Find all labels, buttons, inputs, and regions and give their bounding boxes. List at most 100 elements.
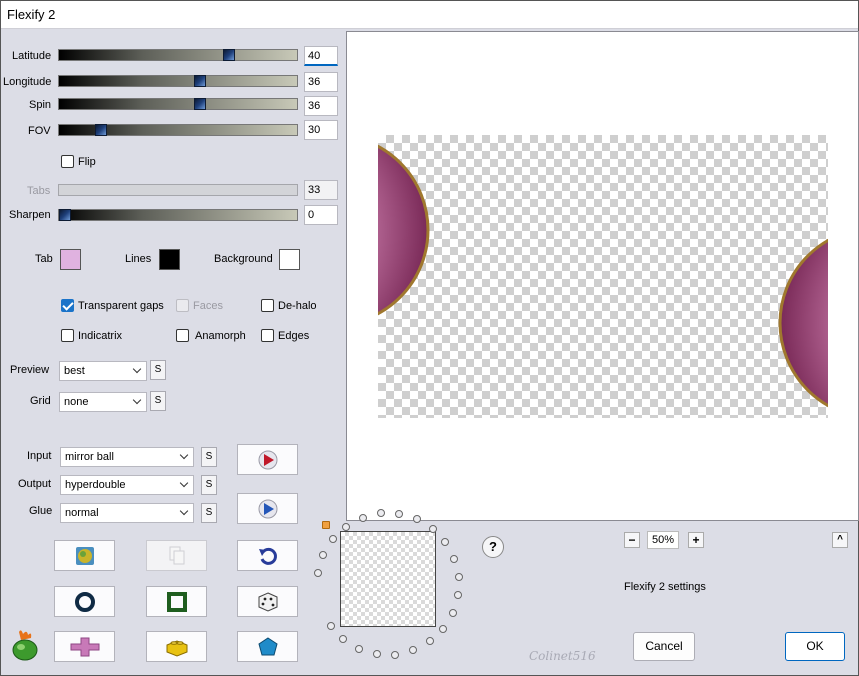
ring-dot[interactable] [339,635,348,644]
background-color-swatch[interactable] [279,249,300,270]
de-halo-checkbox[interactable] [261,299,274,312]
preview-lock-button[interactable]: S [150,360,166,380]
help-button[interactable]: ? [482,536,504,558]
spin-slider[interactable] [58,98,298,110]
navigator-thumbnail[interactable] [340,531,436,627]
ring-dot[interactable] [376,509,385,518]
collapse-button[interactable]: ^ [832,532,848,548]
brick-button[interactable] [146,631,207,662]
fov-slider[interactable] [58,124,298,136]
play-button[interactable] [237,444,298,475]
sharpen-input[interactable]: 0 [304,205,338,225]
zoom-in-button[interactable]: + [688,532,704,548]
output-lock-button[interactable]: S [201,475,217,495]
frame-button[interactable] [146,586,207,617]
edges-checkbox[interactable] [261,329,274,342]
ring-icon [74,591,95,612]
flexify-dialog: Flexify 2 Latitude 40 Longitude 36 Spin … [0,0,859,676]
tab-color-swatch[interactable] [60,249,81,270]
longitude-input[interactable]: 36 [304,72,338,92]
ring-dot[interactable] [326,621,335,630]
ring-dot[interactable] [448,608,457,617]
transparent-gaps-checkbox[interactable] [61,299,74,312]
latitude-input[interactable]: 40 [304,46,338,66]
lines-color-swatch[interactable] [159,249,180,270]
brick-icon [166,639,187,657]
longitude-slider-thumb[interactable] [193,75,206,87]
preview-canvas[interactable] [346,31,859,521]
render-button[interactable] [237,493,298,524]
glue-label: Glue [29,505,53,517]
glue-select[interactable]: normal [60,503,194,523]
indicatrix-checkbox[interactable] [61,329,74,342]
ring-dot[interactable] [454,591,463,600]
fov-input[interactable]: 30 [304,120,338,140]
mirror-ball-render [378,144,828,408]
ring-dot[interactable] [441,538,450,547]
ring-dot[interactable] [409,646,418,655]
input-select[interactable]: mirror ball [60,447,194,467]
cancel-button[interactable]: Cancel [633,632,695,661]
settings-label: Flexify 2 settings [624,581,706,593]
ring-dot[interactable] [428,524,437,533]
flip-label: Flip [78,156,96,168]
ok-button[interactable]: OK [785,632,845,661]
ring-dot[interactable] [450,554,459,563]
spin-slider-thumb[interactable] [193,98,206,110]
planet-button[interactable] [54,540,115,571]
preview-select[interactable]: best [59,361,147,381]
spin-input[interactable]: 36 [304,96,338,116]
chevron-down-icon [132,364,142,374]
flip-checkbox[interactable] [61,155,74,168]
tabs-slider[interactable] [58,184,298,196]
grid-select[interactable]: none [59,392,147,412]
dice-icon [258,591,277,612]
ring-dot[interactable] [395,509,404,518]
ring-dot[interactable] [425,637,434,646]
latitude-label: Latitude [12,50,52,62]
copy-button[interactable] [146,540,207,571]
ring-dot[interactable] [358,513,367,522]
ring-dot[interactable] [328,535,337,544]
ring-dot[interactable] [391,650,400,659]
latitude-slider-thumb[interactable] [222,49,235,61]
lines-color-label: Lines [125,253,152,265]
ring-dot[interactable] [439,624,448,633]
cross-button[interactable] [54,631,115,662]
grid-lock-button[interactable]: S [150,391,166,411]
input-label: Input [27,450,52,462]
output-select[interactable]: hyperdouble [60,475,194,495]
ring-dot[interactable] [313,568,322,577]
random-button[interactable] [237,586,298,617]
latitude-slider[interactable] [58,49,298,61]
sharpen-label: Sharpen [9,209,51,221]
anamorph-checkbox[interactable] [176,329,189,342]
planet-icon [75,546,94,565]
zoom-out-button[interactable]: − [624,532,640,548]
transparent-gaps-label: Transparent gaps [78,300,164,312]
ring-dot[interactable] [454,572,463,581]
ring-dot[interactable] [342,522,351,531]
preview-image [378,135,828,418]
tabs-input[interactable]: 33 [304,180,338,200]
tab-color-label: Tab [35,253,53,265]
pentagon-button[interactable] [237,631,298,662]
flaming-pear-logo-icon [12,630,38,661]
input-lock-button[interactable]: S [201,447,217,467]
sharpen-slider-thumb[interactable] [59,209,71,221]
ring-button[interactable] [54,586,115,617]
background-color-label: Background [214,253,273,265]
sharpen-slider[interactable] [58,209,298,221]
fov-slider-thumb[interactable] [95,124,108,136]
ring-marker[interactable] [322,521,330,529]
glue-lock-button[interactable]: S [201,503,217,523]
grid-select-value: none [64,396,89,408]
ring-dot[interactable] [372,650,381,659]
ring-dot[interactable] [355,644,364,653]
ring-dot[interactable] [319,551,328,560]
window-title: Flexify 2 [7,7,56,22]
ring-dot[interactable] [412,515,421,524]
faces-checkbox[interactable] [176,299,189,312]
undo-button[interactable] [237,540,298,571]
longitude-slider[interactable] [58,75,298,87]
